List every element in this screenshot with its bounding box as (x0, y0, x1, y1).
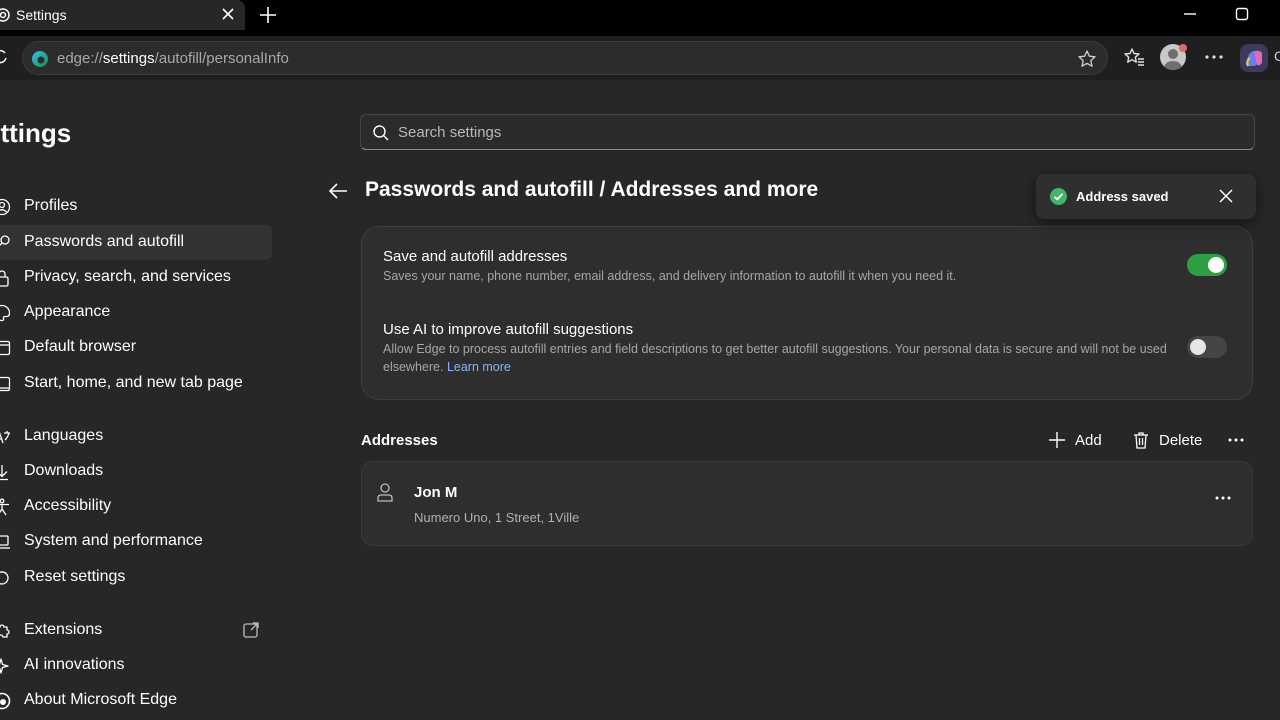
search-placeholder: Search settings (398, 124, 502, 141)
more-options-icon[interactable] (1213, 488, 1233, 508)
sidebar-item-label: Default browser (24, 338, 137, 355)
sidebar-item-label: About Microsoft Edge (24, 691, 177, 708)
search-icon (373, 125, 389, 141)
url-text: edge://settings/autofill/personalInfo (57, 50, 289, 67)
sidebar-item-accessibility[interactable]: Accessibility (0, 489, 272, 524)
settings-title: ettings (0, 118, 72, 148)
palette-icon (0, 304, 11, 322)
sidebar-item-label: AI innovations (24, 656, 125, 673)
setting-description: Allow Edge to process autofill entries a… (383, 342, 1167, 374)
profile-status-dot (1179, 44, 1187, 52)
more-options-icon[interactable] (1226, 430, 1246, 450)
setting-title: Use AI to improve autofill suggestions (383, 321, 634, 338)
sidebar-item-downloads[interactable]: Downloads (0, 454, 272, 489)
sidebar-item-passwords-and-autofill[interactable]: Passwords and autofill (0, 225, 272, 260)
new-tab-icon[interactable] (258, 5, 278, 25)
close-tab-icon[interactable] (220, 6, 236, 22)
search-settings-input[interactable]: Search settings (360, 114, 1255, 150)
refresh-icon[interactable] (0, 49, 8, 65)
accessibility-icon (0, 498, 9, 516)
page-title: Passwords and autofill / Addresses and m… (365, 178, 819, 201)
tab-settings[interactable]: Settings (0, 0, 245, 30)
sidebar-item-languages[interactable]: Languages (0, 419, 272, 454)
browser-icon (0, 340, 11, 356)
address-line: Numero Uno, 1 Street, 1Ville (414, 510, 580, 525)
language-icon (0, 431, 10, 444)
trash-icon (1134, 432, 1148, 449)
gear-icon (0, 8, 10, 22)
laptop-icon (0, 535, 10, 549)
sidebar-item-label: Start, home, and new tab page (24, 374, 243, 391)
edge-logo-icon (32, 51, 48, 67)
sidebar-item-label: Privacy, search, and services (24, 268, 231, 285)
sidebar-item-about[interactable]: About Microsoft Edge (0, 683, 272, 718)
address-entry[interactable]: Jon M Numero Uno, 1 Street, 1Ville (361, 461, 1253, 546)
download-icon (0, 465, 8, 481)
tab-title: Settings (16, 7, 67, 23)
browser-toolbar: edge://settings/autofill/personalInfo C (0, 36, 1280, 80)
delete-label: Delete (1159, 432, 1203, 449)
address-saved-toast: Address saved (1036, 174, 1256, 219)
external-link-icon[interactable] (242, 621, 260, 639)
copilot-label: C (1274, 48, 1280, 64)
sidebar-item-profiles[interactable]: Profiles (0, 189, 272, 224)
sidebar-item-label: System and performance (24, 532, 203, 549)
sidebar-item-label: Extensions (24, 621, 103, 638)
sparkle-icon (0, 658, 9, 674)
sidebar-item-privacy[interactable]: Privacy, search, and services (0, 260, 272, 295)
profile-icon (0, 198, 11, 216)
sidebar-item-label: Profiles (24, 197, 78, 214)
title-bar: Settings (0, 0, 1280, 36)
minimize-icon[interactable] (1182, 8, 1198, 24)
sidebar-item-label: Accessibility (24, 497, 112, 514)
autofill-settings-card: Save and autofill addresses Saves your n… (361, 226, 1253, 400)
setting-description: Saves your name, phone number, email add… (383, 269, 957, 283)
add-address-button[interactable]: Add (1047, 430, 1107, 452)
favorite-star-icon[interactable] (1077, 49, 1097, 69)
sidebar-item-label: Passwords and autofill (24, 233, 185, 250)
sidebar-item-appearance[interactable]: Appearance (0, 295, 272, 330)
toggle-knob (1190, 339, 1206, 355)
setting-title: Save and autofill addresses (383, 248, 568, 265)
address-bar[interactable]: edge://settings/autofill/personalInfo (22, 41, 1108, 75)
key-icon (0, 235, 10, 246)
maximize-icon[interactable] (1234, 6, 1250, 22)
sidebar-item-ai-innovations[interactable]: AI innovations (0, 648, 272, 683)
home-icon (0, 376, 11, 392)
lock-icon (0, 270, 9, 287)
sidebar-item-label: Languages (24, 427, 104, 444)
addresses-section-title: Addresses (361, 432, 438, 449)
sidebar-item-reset-settings[interactable]: Reset settings (0, 560, 272, 595)
delete-address-button[interactable]: Delete (1131, 430, 1207, 452)
toast-message: Address saved (1076, 189, 1169, 204)
copilot-button[interactable] (1240, 44, 1268, 72)
more-options-icon[interactable] (1202, 45, 1226, 69)
add-label: Add (1075, 432, 1102, 449)
edge-icon (0, 692, 11, 710)
ai-autofill-toggle[interactable] (1187, 336, 1227, 358)
check-circle-icon (1050, 188, 1067, 205)
sidebar-item-label: Appearance (24, 303, 111, 320)
sidebar-item-extensions[interactable]: Extensions (0, 613, 272, 648)
learn-more-link[interactable]: Learn more (447, 360, 511, 374)
sidebar-item-label: Downloads (24, 462, 104, 479)
save-addresses-toggle[interactable] (1187, 254, 1227, 276)
plus-icon (1049, 432, 1065, 448)
close-icon[interactable] (1218, 188, 1234, 204)
address-name: Jon M (414, 484, 458, 501)
sidebar-item-start-home[interactable]: Start, home, and new tab page (0, 366, 272, 401)
reset-icon (0, 571, 9, 585)
sidebar-item-system-performance[interactable]: System and performance (0, 524, 272, 559)
sidebar-item-default-browser[interactable]: Default browser (0, 330, 272, 365)
person-icon (377, 483, 393, 502)
puzzle-icon (0, 624, 10, 638)
back-arrow-icon[interactable] (327, 180, 349, 202)
favorites-icon[interactable] (1122, 45, 1146, 69)
toggle-knob (1208, 257, 1224, 273)
copilot-icon (1246, 50, 1262, 67)
sidebar-item-label: Reset settings (24, 568, 126, 585)
